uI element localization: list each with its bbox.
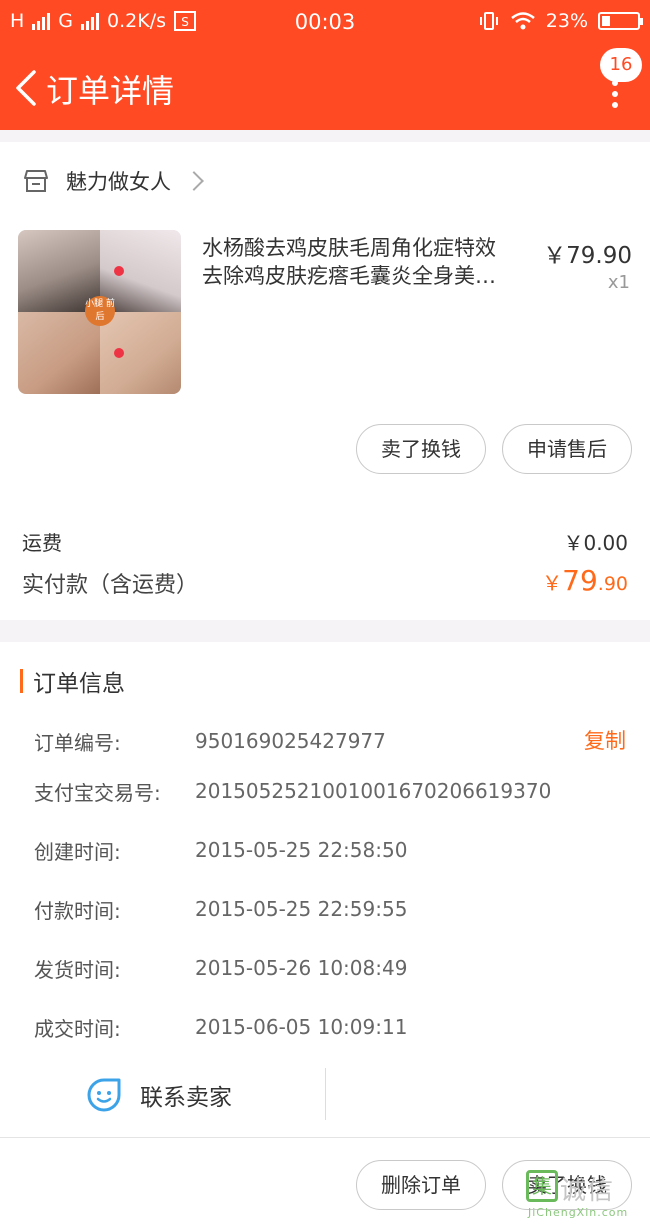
watermark: 集 诚信 JiChengXin.com [526,1164,646,1224]
paid-time-label: 付款时间: [34,899,121,923]
product-image[interactable]: 小腿 前后 [18,230,181,394]
paid-decimal: .90 [597,573,628,595]
chat-face-icon [87,1078,121,1112]
page-title: 订单详情 [46,72,175,110]
product-title-line-2: 去除鸡皮肤疙瘩毛囊炎全身美… [202,264,496,288]
paid-currency: ￥ [542,571,563,595]
store-icon [24,170,48,192]
contact-seller-label: 联系卖家 [140,1085,232,1111]
delete-order-button[interactable]: 删除订单 [356,1160,486,1210]
battery-icon [598,12,643,30]
alipay-trade-label: 支付宝交易号: [34,781,161,805]
wifi-icon [510,12,535,30]
watermark-url: JiChengXin.com [528,1206,629,1219]
image-badge: 小腿 前后 [85,296,115,326]
shipping-value: ￥0.00 [563,531,628,555]
back-arrow-icon[interactable] [12,68,42,108]
created-time-label: 创建时间: [34,840,121,864]
sell-for-cash-button[interactable]: 卖了换钱 [356,424,486,474]
more-menu-icon[interactable] [610,80,620,116]
vibrate-icon [479,12,498,30]
order-number-label: 订单编号: [34,731,121,755]
product-title-line-1: 水杨酸去鸡皮肤毛周角化症特效 [202,236,496,260]
watermark-text: 诚信 [560,1176,615,1206]
shipped-time-value: 2015-05-26 10:08:49 [195,956,408,980]
paid-amount: ￥79.90 [542,564,628,597]
vertical-divider [325,1068,326,1120]
paid-time-value: 2015-05-25 22:59:55 [195,897,408,921]
section-divider [0,130,650,142]
deal-time-value: 2015-06-05 10:09:11 [195,1015,408,1039]
shop-row[interactable]: 魅力做女人 [22,164,204,198]
play-icon-2 [114,348,124,358]
section-divider-2 [0,620,650,642]
footer-divider [0,1137,650,1138]
order-number-value: 950169025427977 [195,729,386,753]
shop-name: 魅力做女人 [66,170,171,194]
shipped-time-label: 发货时间: [34,958,121,982]
play-icon [114,266,124,276]
order-info-header: 订单信息 [20,666,125,697]
shipping-label: 运费 [22,531,62,555]
paid-label: 实付款（含运费） [22,573,199,598]
product-title[interactable]: 水杨酸去鸡皮肤毛周角化症特效 去除鸡皮肤疙瘩毛囊炎全身美… [202,234,542,290]
battery-percent: 23% [545,10,588,32]
notification-badge[interactable]: 16 [600,48,642,82]
accent-bar [20,669,23,693]
product-price: ￥79.90 [543,243,632,269]
alipay-trade-value: 2015052521001001670206619370 [195,779,552,803]
deal-time-label: 成交时间: [34,1017,121,1041]
top-app-bar: 订单详情 16 [0,46,650,130]
order-info-title: 订单信息 [33,671,125,697]
paid-integer: 79 [562,564,598,597]
copy-button[interactable]: 复制 [584,725,626,755]
watermark-logo: 集 [526,1170,558,1202]
chevron-right-icon [184,171,204,191]
product-quantity: x1 [607,272,630,293]
after-sales-button[interactable]: 申请售后 [502,424,632,474]
contact-seller-button[interactable]: 联系卖家 [86,1074,232,1116]
created-time-value: 2015-05-25 22:58:50 [195,838,408,862]
status-bar: H G 0.2K/s S 00:03 23% [0,0,650,46]
